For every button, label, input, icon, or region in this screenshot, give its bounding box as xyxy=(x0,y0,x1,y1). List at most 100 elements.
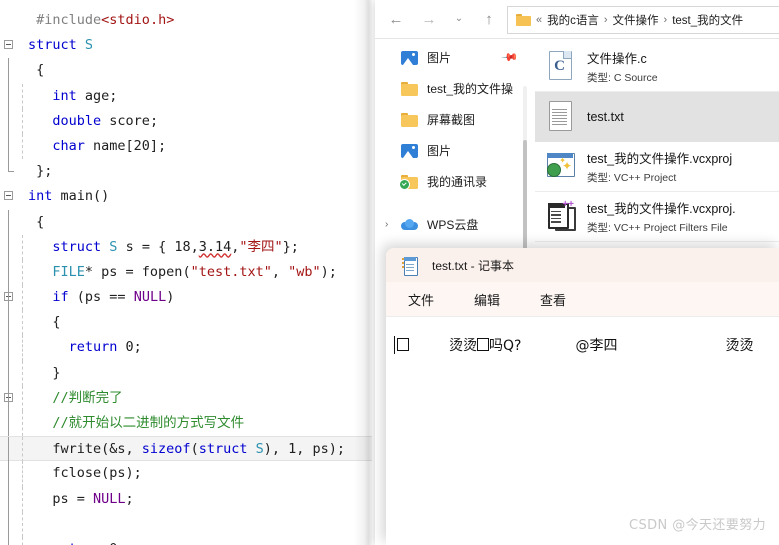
breadcrumb-segment-1[interactable]: 文件操作 xyxy=(613,12,659,28)
code-token: { xyxy=(36,213,45,230)
code-token: 3.14 xyxy=(198,238,232,255)
sidebar-item-1[interactable]: test_我的文件操 xyxy=(375,73,533,104)
file-type-label: 类型: C Source xyxy=(587,72,658,84)
file-list-row[interactable]: ✦ ✦ test_我的文件操作.vcxproj 类型: VC++ Project xyxy=(535,142,779,192)
folder-sync-icon xyxy=(399,174,418,190)
code-line[interactable]: return 0; xyxy=(0,536,372,545)
fold-toggle-icon[interactable] xyxy=(4,40,13,50)
code-token: 0; xyxy=(101,541,125,545)
block-guide xyxy=(8,133,9,160)
code-token: struct xyxy=(28,37,85,54)
code-line[interactable]: { xyxy=(0,209,372,235)
notepad-menu-bar[interactable]: 文件 编辑 查看 xyxy=(386,282,779,316)
file-list-row[interactable]: ++ test_我的文件操作.vcxproj. 类型: VC++ Project F… xyxy=(535,192,779,242)
code-line[interactable]: { xyxy=(0,310,372,336)
indent-guide xyxy=(22,411,23,437)
up-arrow-icon[interactable]: ↑ xyxy=(477,7,501,31)
forward-arrow-icon[interactable]: → xyxy=(417,7,441,31)
breadcrumb-segment-0[interactable]: 我的c语言 xyxy=(547,12,599,28)
code-line[interactable]: //判断完了 xyxy=(0,385,372,411)
block-guide xyxy=(8,285,9,311)
code-token: <stdio.h> xyxy=(101,12,175,28)
code-line[interactable]: double score; xyxy=(0,108,372,134)
notepad-title-bar[interactable]: test.txt - 记事本 xyxy=(386,248,779,282)
file-list-row[interactable]: test.txt xyxy=(535,92,779,142)
c-source-icon: C xyxy=(545,49,575,85)
breadcrumb-separator-icon[interactable]: › xyxy=(664,14,668,26)
file-type-label: 类型: VC++ Project xyxy=(587,172,677,184)
picture-icon xyxy=(401,143,418,158)
notepad-window[interactable]: test.txt - 记事本 文件 编辑 查看 烫烫 吗Q? @李四 烫烫 xyxy=(386,248,779,545)
code-line[interactable]: int main() xyxy=(0,184,372,209)
code-token: } xyxy=(52,364,61,381)
file-name: test_我的文件操作.vcxproj xyxy=(587,152,733,166)
code-token: #include xyxy=(36,12,102,28)
sidebar-item-list[interactable]: 图片 📌 test_我的文件操 屏幕截图 图片 我的通讯录 › WPS云盘 xyxy=(375,42,533,240)
breadcrumb-separator-icon[interactable]: › xyxy=(604,14,608,26)
notepad-icon xyxy=(402,256,418,276)
sidebar-item-3[interactable]: 图片 xyxy=(375,135,533,166)
notepad-content[interactable]: 烫烫 吗Q? @李四 烫烫 xyxy=(397,335,767,355)
menu-item-file[interactable]: 文件 xyxy=(398,286,444,313)
code-token: ( xyxy=(190,441,199,458)
code-line[interactable]: return 0; xyxy=(0,335,372,361)
indent-guide xyxy=(22,437,23,463)
sidebar-scrollbar-thumb[interactable] xyxy=(523,140,527,260)
menu-item-edit[interactable]: 编辑 xyxy=(464,286,510,313)
code-text-area[interactable]: #include<stdio.h> struct S { int age; dou… xyxy=(0,8,372,545)
code-line[interactable]: ps = NULL; xyxy=(0,486,372,512)
code-line[interactable]: fwrite(&s, sizeof(struct S), 1, ps); xyxy=(0,436,372,463)
code-line[interactable]: struct S s = { 18,3.14,"李四"}; xyxy=(0,234,372,260)
code-line[interactable]: int age; xyxy=(0,83,372,109)
sidebar-item-0[interactable]: 图片 📌 xyxy=(375,42,533,73)
code-line[interactable]: #include<stdio.h> xyxy=(0,8,372,33)
address-bar[interactable]: « 我的c语言 › 文件操作 › test_我的文件 xyxy=(507,6,779,34)
chevron-down-icon[interactable]: ⌄ xyxy=(447,7,471,31)
sidebar-item-4[interactable]: 我的通讯录 xyxy=(375,166,533,197)
cloud-icon xyxy=(401,217,418,232)
code-token: S xyxy=(84,37,94,54)
menu-item-view[interactable]: 查看 xyxy=(530,286,576,313)
code-line[interactable]: } xyxy=(0,360,372,386)
code-editor-pane[interactable]: #include<stdio.h> struct S { int age; dou… xyxy=(0,0,372,545)
fold-toggle-icon[interactable] xyxy=(4,191,13,201)
code-token: main() xyxy=(52,188,110,205)
code-token: }; xyxy=(36,163,53,180)
code-line[interactable]: struct S xyxy=(0,33,372,58)
file-name: test.txt xyxy=(587,110,624,124)
chevron-right-icon[interactable]: › xyxy=(385,219,388,230)
code-token: { xyxy=(36,62,45,79)
file-text-block: test_我的文件操作.vcxproj 类型: VC++ Project xyxy=(587,148,732,185)
code-line[interactable]: FILE* ps = fopen("test.txt", "wb"); xyxy=(0,259,372,286)
code-line[interactable]: if (ps == NULL) xyxy=(0,285,372,311)
code-line[interactable]: //就开始以二进制的方式写文件 xyxy=(0,411,372,437)
indent-guide xyxy=(22,310,23,336)
code-line[interactable]: }; xyxy=(0,159,372,184)
back-arrow-icon[interactable]: ← xyxy=(384,7,408,31)
indent-guide xyxy=(22,385,23,411)
breadcrumb-overflow-icon[interactable]: « xyxy=(536,14,542,26)
sidebar-item-2[interactable]: 屏幕截图 xyxy=(375,104,533,135)
breadcrumb-segment-2[interactable]: test_我的文件 xyxy=(672,12,743,28)
sidebar-item-5[interactable]: › WPS云盘 xyxy=(375,209,533,240)
code-token: , xyxy=(271,263,289,280)
code-line[interactable]: { xyxy=(0,58,372,84)
pin-icon[interactable]: 📌 xyxy=(501,48,520,67)
code-line[interactable]: fclose(ps); xyxy=(0,461,372,487)
notepad-text-area[interactable]: 烫烫 吗Q? @李四 烫烫 xyxy=(386,317,779,545)
code-line[interactable]: char name[20]; xyxy=(0,133,372,160)
code-line[interactable] xyxy=(0,511,372,537)
code-token: "wb" xyxy=(288,263,321,280)
code-token: ), 1, ps); xyxy=(263,441,346,458)
file-list-row[interactable]: C 文件操作.c 类型: C Source xyxy=(535,42,779,92)
folder-icon xyxy=(516,14,531,26)
